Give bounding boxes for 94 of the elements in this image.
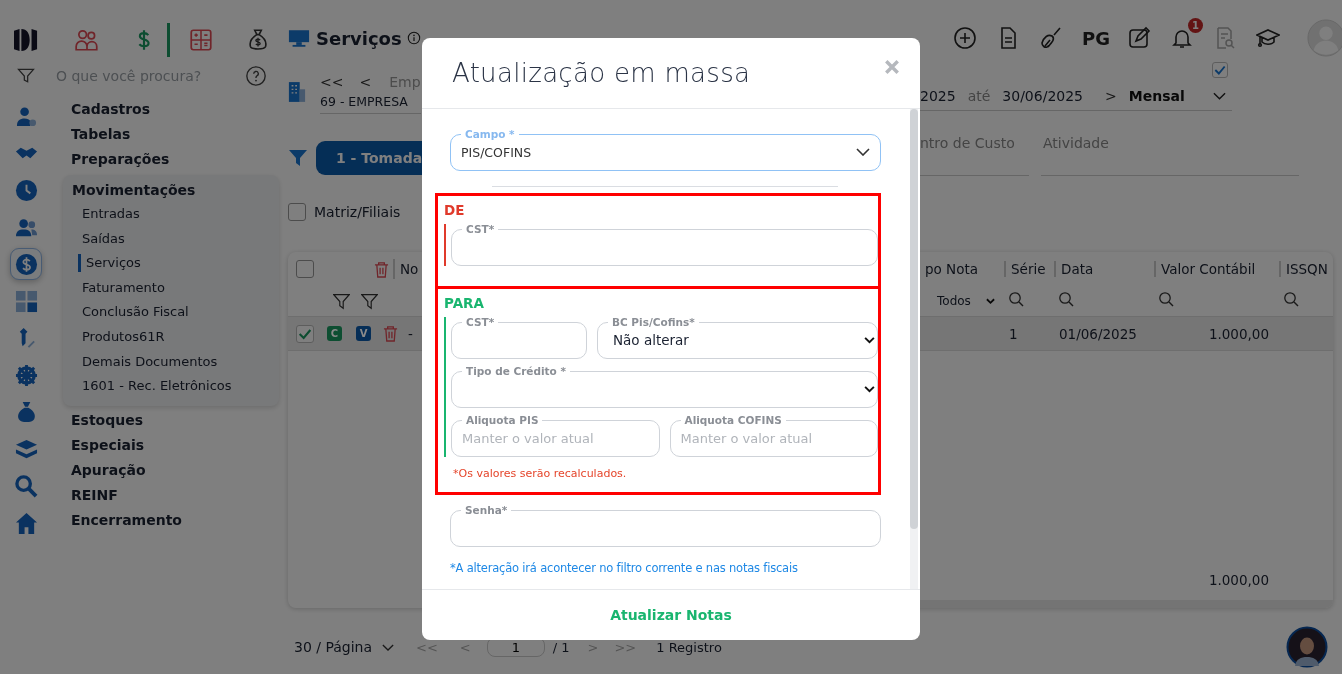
date-separator: até [967,88,991,104]
password-field[interactable]: Senha* [450,505,881,547]
column-header[interactable]: ISSQN [1279,261,1333,277]
trash-icon[interactable] [374,260,389,278]
cst-field[interactable]: CST* [451,224,878,266]
bc-pis-cofins-select[interactable]: BC Pis/Cofins* Não alterar [597,317,878,359]
search-icon[interactable] [1158,291,1174,307]
record-count: 1 Registro [656,639,722,655]
status-badge[interactable]: C [327,326,342,341]
info-icon[interactable] [406,31,421,45]
next-button[interactable]: > [1105,88,1117,104]
tomada-button[interactable]: 1 - Tomada [316,141,423,175]
column-header[interactable]: No [400,261,419,277]
company-name[interactable]: 69 - EMPRESA [320,94,421,109]
status-badge[interactable]: V [356,326,371,341]
chevron-down-icon[interactable] [864,385,875,393]
search-icon[interactable] [1008,291,1024,307]
plus-icon[interactable] [953,26,977,50]
broom-icon[interactable] [1039,26,1063,50]
menu-item[interactable]: REINF [62,482,279,508]
checkbox[interactable] [1212,62,1228,78]
cst-field[interactable]: CST* [451,317,587,359]
table-cell-text: 1.000,00 [1207,325,1270,342]
nav-button[interactable]: < [359,74,372,90]
submenu-item[interactable]: Produtos61R [72,324,272,350]
section-title: PARA [444,295,485,311]
pg-button[interactable]: PG [1082,27,1110,49]
info-text: *A alteração irá acontecer no filtro corrente e nas notas fiscais [450,561,799,575]
calculator-icon[interactable] [188,27,214,53]
filter-field[interactable]: Atividade [1041,130,1299,176]
submenu-item[interactable]: Demais Documentos [72,349,272,375]
menu-item[interactable]: Especiais [62,432,279,458]
page-title: Serviços [316,27,402,49]
column-header[interactable]: Série [1004,261,1054,277]
menu-item[interactable]: Apuração [62,457,279,483]
people-icon[interactable] [74,27,100,53]
trash-icon[interactable] [383,325,398,342]
submenu-item[interactable]: Serviços [78,254,272,273]
menu-item[interactable]: Cadastros [62,97,279,122]
funnel-icon[interactable] [288,148,308,168]
logo-icon [12,28,40,52]
page-count: / 1 [552,639,570,655]
menu-item[interactable]: Preparações [62,147,279,172]
text-input[interactable]: Manter o valor atual [462,425,649,451]
table-cell: - [408,325,413,342]
submenu-item[interactable]: Entradas [72,202,272,227]
close-icon[interactable] [884,59,900,75]
section-title: DE [444,202,466,218]
help-icon[interactable] [245,65,267,87]
update-notes-button[interactable]: Atualizar Notas [604,606,738,624]
cofins-rate-field[interactable]: Aliquota COFINS Manter o valor atual [669,415,878,457]
row-checkbox[interactable] [296,324,314,343]
building-icon [288,81,306,103]
menu-item[interactable]: Encerramento [62,507,279,533]
end-date[interactable]: 30/06/2025 [1002,88,1084,104]
search-icon[interactable] [1283,291,1299,307]
chevron-down-icon[interactable] [864,336,875,344]
start-date[interactable]: 2025 [920,88,956,104]
text-input[interactable]: Manter o valor atual [680,425,867,451]
vertical-scrollbar[interactable] [910,109,918,589]
menu-item[interactable]: Estoques [62,407,279,433]
table-cell-text: 01/06/2025 [1058,325,1138,342]
search-icon[interactable] [1058,291,1074,307]
campo-select[interactable]: Campo * PIS/COFINS [450,129,881,171]
chevron-down-icon[interactable] [856,148,870,156]
edit-icon[interactable] [1126,26,1151,50]
submenu-item[interactable]: 1601 - Rec. Eletrônicos [72,374,272,399]
column-header[interactable]: Valor Contábil [1154,261,1279,277]
page-size-select[interactable]: 30 / Página [294,639,373,655]
filter-icon[interactable] [333,292,350,310]
menu-item[interactable]: Movimentações [72,178,272,202]
select-all-checkbox[interactable] [296,260,314,278]
checkbox[interactable] [288,203,306,221]
table-cell-text: 1 [1008,325,1019,342]
recalculation-note: *Os valores serão recalculados. [453,467,628,480]
total-value: 1.000,00 [1207,572,1270,588]
filter-icon[interactable] [361,292,378,310]
notification-badge: 1 [1187,18,1203,33]
nav-button[interactable]: << [320,74,344,90]
cap-icon[interactable] [1255,26,1280,50]
period-select[interactable]: Mensal [1128,88,1185,104]
checkbox-label: Matriz/Filiais [314,204,401,220]
submenu-item[interactable]: Conclusão Fiscal [72,300,272,325]
column-header[interactable]: Data [1054,261,1154,277]
submenu-item[interactable]: Faturamento [72,275,272,301]
monitor-icon [288,28,310,48]
submenu-item[interactable]: Saídas [72,226,272,252]
assistant-avatar[interactable] [1286,626,1328,668]
menu-item[interactable]: Tabelas [62,122,279,147]
dialog-title: Atualização em massa [452,58,751,88]
pis-rate-field[interactable]: Aliquota PIS Manter o valor atual [451,415,660,457]
credit-type-select[interactable]: Tipo de Crédito * [451,366,878,408]
type-filter[interactable]: Todos [937,294,971,308]
column-header[interactable]: po Nota [920,261,1004,277]
